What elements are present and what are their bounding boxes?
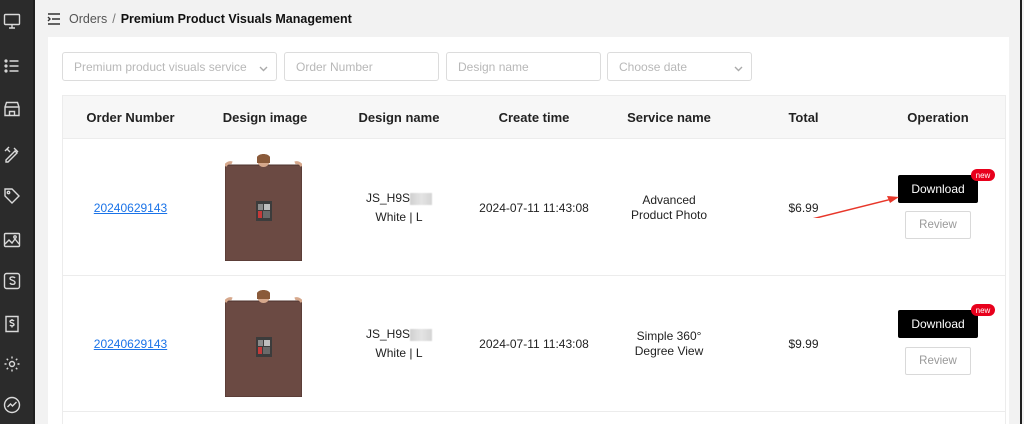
design-name-text: JS_H9S: [365, 327, 411, 341]
table-header: Order Number Design image Design name Cr…: [63, 96, 1005, 139]
total-cell: $9.99: [788, 336, 819, 351]
column-header-service-name: Service name: [627, 110, 711, 125]
design-name-cell: JS_H9S White | L: [332, 276, 466, 412]
breadcrumb-parent[interactable]: Orders: [69, 12, 107, 26]
order-number-link[interactable]: 20240629143: [94, 201, 167, 216]
sidebar: [0, 0, 33, 424]
date-picker[interactable]: Choose date: [607, 52, 752, 81]
review-button[interactable]: Review: [905, 211, 971, 239]
order-number-input[interactable]: [296, 59, 438, 74]
review-button[interactable]: Review: [905, 347, 971, 375]
chevron-down-icon: [259, 62, 268, 72]
order-number-link[interactable]: 20240629143: [94, 337, 167, 352]
redacted-blur: [410, 328, 433, 341]
redacted-blur: [410, 192, 433, 205]
annotation-arrow-icon: [812, 196, 899, 218]
gear-icon[interactable]: [3, 355, 21, 373]
column-header-create-time: Create time: [498, 110, 570, 125]
design-name-filter[interactable]: [446, 52, 601, 81]
list-icon[interactable]: [3, 57, 21, 75]
table-row: 20240629143 JS_H9S White | L 2024-07-11 …: [63, 276, 1005, 412]
column-header-order-number: Order Number: [86, 110, 175, 125]
order-number-cell: 20240629143: [63, 276, 198, 412]
new-badge: new: [971, 169, 995, 181]
design-name-cell: JS_H9S White | L: [332, 140, 466, 276]
design-variant-text: White | L: [375, 210, 423, 224]
breadcrumb-current: Premium Product Visuals Management: [120, 12, 352, 26]
download-button[interactable]: Download: [898, 310, 978, 338]
design-name-input[interactable]: [458, 59, 600, 74]
table-row: [63, 412, 1005, 424]
design-name-text: JS_H9S: [365, 191, 411, 205]
column-header-operation: Operation: [907, 110, 969, 125]
tag-icon[interactable]: [3, 187, 21, 205]
chevron-down-icon: [734, 62, 743, 72]
orders-table: Order Number Design image Design name Cr…: [62, 95, 1006, 424]
design-tools-icon[interactable]: [3, 145, 21, 163]
monitor-icon[interactable]: [3, 12, 21, 30]
service-select[interactable]: Premium product visuals service: [62, 52, 277, 81]
store-icon[interactable]: [3, 100, 21, 118]
create-time-cell: 2024-07-11 11:43:08: [479, 200, 589, 215]
order-number-filter[interactable]: [284, 52, 439, 81]
column-header-design-image: Design image: [222, 110, 308, 125]
create-time-cell: 2024-07-11 11:43:08: [479, 336, 589, 351]
date-picker-placeholder: Choose date: [619, 59, 688, 74]
service-name-cell: Simple 360° Degree View: [634, 329, 704, 358]
service-select-placeholder: Premium product visuals service: [74, 59, 247, 74]
image-icon[interactable]: [3, 231, 21, 249]
trend-icon[interactable]: [3, 396, 21, 414]
design-image-blanket[interactable]: [225, 153, 302, 261]
service-name-cell: Advanced Product Photo: [630, 193, 708, 222]
s-box-icon[interactable]: [3, 272, 21, 290]
order-number-cell: 20240629143: [63, 140, 198, 276]
menu-fold-icon[interactable]: [47, 13, 61, 25]
column-header-design-name: Design name: [358, 110, 440, 125]
design-variant-text: White | L: [375, 346, 423, 360]
new-badge: new: [971, 304, 995, 316]
content-panel: Premium product visuals service Choose d…: [48, 37, 1009, 424]
dollar-receipt-icon[interactable]: [3, 315, 21, 333]
download-button[interactable]: Download: [898, 175, 978, 203]
column-header-total: Total: [788, 110, 819, 125]
breadcrumb-separator: /: [112, 12, 116, 26]
breadcrumb: Orders / Premium Product Visuals Managem…: [47, 10, 352, 28]
design-image-blanket[interactable]: [225, 289, 302, 397]
